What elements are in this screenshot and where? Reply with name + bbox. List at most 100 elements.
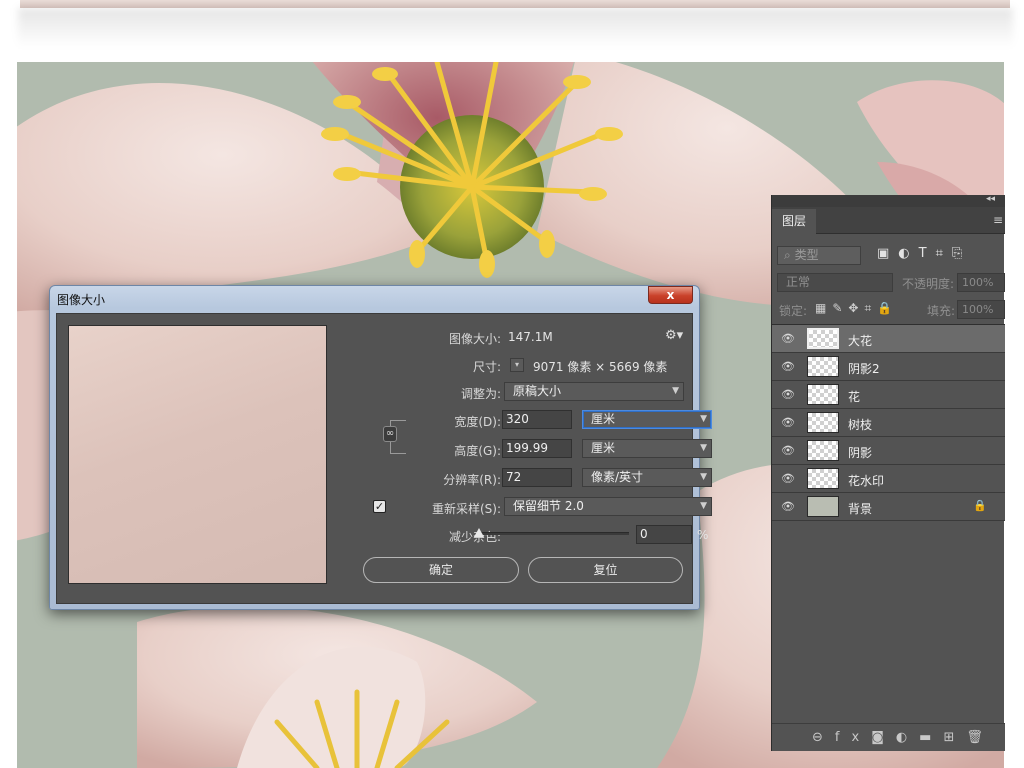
- width-input[interactable]: 320: [502, 410, 572, 429]
- image-preview[interactable]: [68, 325, 327, 584]
- resolution-input[interactable]: 72: [502, 468, 572, 487]
- layer-name: 阴影: [848, 446, 873, 460]
- layer-name: 花: [848, 390, 861, 404]
- layer-name: 大花: [848, 334, 873, 348]
- reset-button[interactable]: 复位: [528, 557, 683, 583]
- layer-thumbnail: [807, 384, 839, 405]
- resolution-unit-value: 像素/英寸: [591, 470, 644, 484]
- chevron-down-icon: ▼: [700, 501, 707, 511]
- fit-to-value: 原稿大小: [513, 384, 562, 398]
- fill-label: 填充:: [927, 304, 956, 318]
- document-top-strip: [20, 0, 1010, 8]
- collapse-icon[interactable]: ◂◂: [986, 194, 995, 204]
- new-layer-icon[interactable]: ⊞: [943, 730, 966, 745]
- layers-bottom-bar: ⊖fx◙◐▬⊞🗑: [772, 723, 1005, 751]
- lock-all-icon[interactable]: 🔒: [877, 301, 898, 315]
- image-size-label: 图像大小:: [448, 332, 501, 346]
- filter-type-icon[interactable]: T: [919, 246, 936, 261]
- panel-header-bar: ◂◂: [772, 194, 1005, 207]
- height-unit-select[interactable]: 厘米 ▼: [582, 439, 712, 458]
- lock-icon[interactable]: 🔒: [973, 499, 987, 512]
- chevron-down-icon: ▼: [700, 472, 707, 482]
- noise-input[interactable]: 0: [636, 525, 692, 544]
- layer-thumbnail: [807, 328, 839, 349]
- layer-thumbnail: [807, 468, 839, 489]
- layer-style-icon[interactable]: fx: [835, 730, 871, 745]
- noise-slider-thumb[interactable]: [474, 528, 484, 537]
- filter-icons: ▣◐T⌗⎘: [877, 246, 971, 261]
- layer-row[interactable]: 👁 花水印: [772, 465, 1005, 493]
- top-strip-shadow: [18, 8, 1013, 48]
- fit-to-select[interactable]: 原稿大小 ▼: [504, 382, 684, 401]
- width-label: 宽度(D):: [454, 415, 501, 429]
- resample-checkbox[interactable]: ✓: [373, 500, 386, 513]
- layer-row[interactable]: 👁 花: [772, 381, 1005, 409]
- filter-kind-label: 类型: [794, 248, 819, 262]
- filter-shape-icon[interactable]: ⌗: [936, 246, 952, 261]
- lock-position-icon[interactable]: ✥: [848, 301, 864, 315]
- chevron-down-icon: ▼: [700, 443, 707, 453]
- height-input[interactable]: 199.99: [502, 439, 572, 458]
- layer-row[interactable]: 👁 背景 🔒: [772, 493, 1005, 521]
- resolution-unit-select[interactable]: 像素/英寸 ▼: [582, 468, 712, 487]
- gear-icon[interactable]: ⚙▾: [665, 328, 683, 343]
- adjustment-layer-icon[interactable]: ◐: [896, 730, 919, 745]
- layer-row[interactable]: 👁 大花: [772, 325, 1005, 353]
- resample-method-select[interactable]: 保留细节 2.0 ▼: [504, 497, 712, 516]
- resample-label: 重新采样(S):: [431, 502, 501, 516]
- dimensions-unit-dropdown[interactable]: ▾: [510, 358, 524, 372]
- opacity-label: 不透明度:: [902, 277, 955, 291]
- lock-transparent-icon[interactable]: ▦: [815, 301, 832, 315]
- lock-artboard-icon[interactable]: ⌗: [864, 301, 877, 315]
- noise-unit: %: [697, 528, 709, 542]
- eye-icon[interactable]: 👁: [781, 416, 795, 430]
- layer-name: 背景: [848, 502, 873, 516]
- layer-row[interactable]: 👁 树枝: [772, 409, 1005, 437]
- lock-icons: ▦✎✥⌗🔒: [815, 301, 898, 316]
- new-group-icon[interactable]: ▬: [919, 730, 943, 745]
- dimensions-label: 尺寸:: [472, 360, 501, 374]
- layer-name: 阴影2: [848, 362, 880, 376]
- panel-menu-icon[interactable]: ≡: [993, 213, 1003, 227]
- dialog-body: 图像大小: 147.1M ⚙▾ 尺寸: ▾ 9071 像素 × 5669 像素 …: [56, 313, 712, 604]
- height-unit-value: 厘米: [591, 441, 616, 455]
- search-icon: ⌕: [784, 248, 791, 262]
- resolution-label: 分辨率(R):: [443, 473, 501, 487]
- dimensions-value: 9071 像素 × 5669 像素: [533, 360, 668, 374]
- filter-adjustment-icon[interactable]: ◐: [898, 246, 918, 261]
- link-chain-icon[interactable]: ∞: [383, 426, 397, 442]
- eye-icon[interactable]: 👁: [781, 500, 795, 514]
- bottom-icons: ⊖fx◙◐▬⊞🗑: [812, 730, 995, 745]
- filter-smart-icon[interactable]: ⎘: [952, 246, 971, 261]
- layer-thumbnail: [807, 356, 839, 377]
- eye-icon[interactable]: 👁: [781, 444, 795, 458]
- layer-name: 花水印: [848, 474, 885, 488]
- eye-icon[interactable]: 👁: [781, 472, 795, 486]
- dialog-title: 图像大小: [57, 293, 106, 307]
- link-layers-icon[interactable]: ⊖: [812, 730, 835, 745]
- layer-row[interactable]: 👁 阴影2: [772, 353, 1005, 381]
- layer-filter-select[interactable]: ⌕ 类型: [777, 246, 861, 265]
- lock-label: 锁定:: [779, 304, 808, 318]
- lock-image-icon[interactable]: ✎: [832, 301, 848, 315]
- layer-list: 👁 大花 👁 阴影2 👁 花 👁 树枝 👁 阴影 👁 花水印 👁 背景 🔒: [772, 324, 1005, 521]
- close-button[interactable]: x: [648, 286, 693, 304]
- noise-slider-track[interactable]: [477, 532, 629, 535]
- image-size-value: 147.1M: [508, 330, 553, 344]
- filter-pixel-icon[interactable]: ▣: [877, 246, 898, 261]
- layer-thumbnail: [807, 440, 839, 461]
- fill-input[interactable]: 100%: [957, 300, 1005, 319]
- layer-row[interactable]: 👁 阴影: [772, 437, 1005, 465]
- width-unit-select[interactable]: 厘米 ▼: [582, 410, 712, 429]
- eye-icon[interactable]: 👁: [781, 388, 795, 402]
- eye-icon[interactable]: 👁: [781, 360, 795, 374]
- add-mask-icon[interactable]: ◙: [871, 730, 896, 745]
- tab-layers[interactable]: 图层: [772, 209, 816, 235]
- blend-mode-select[interactable]: 正常: [777, 273, 893, 292]
- chevron-down-icon: ▼: [672, 386, 679, 396]
- panel-tab-strip: 图层 ≡: [772, 207, 1005, 235]
- trash-icon[interactable]: 🗑: [966, 730, 995, 745]
- ok-button[interactable]: 确定: [363, 557, 519, 583]
- eye-icon[interactable]: 👁: [781, 332, 795, 346]
- opacity-input[interactable]: 100%: [957, 273, 1005, 292]
